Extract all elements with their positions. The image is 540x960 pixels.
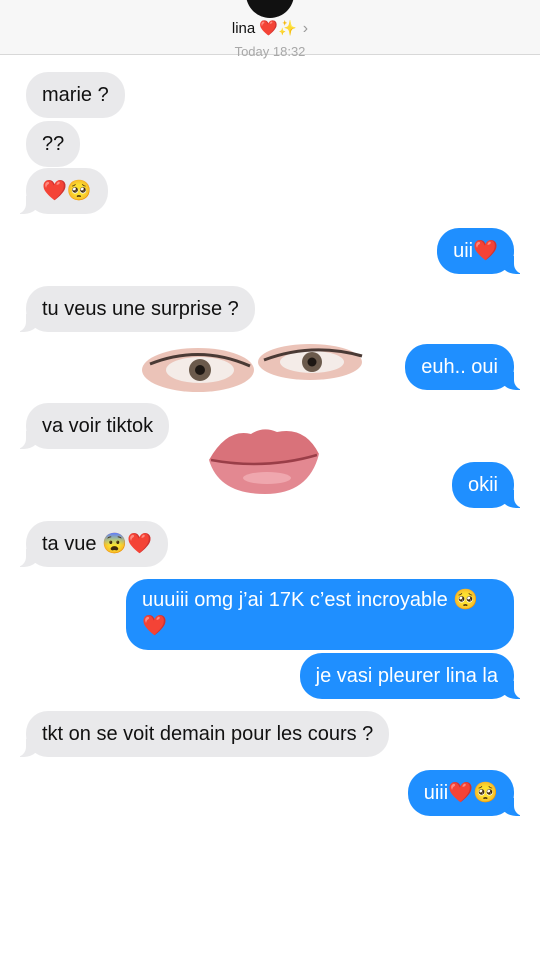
message-bubble-incoming[interactable]: va voir tiktok — [15, 403, 170, 449]
contact-name-button[interactable]: lina ❤️✨ › — [0, 18, 540, 40]
message-timestamp: Today 18:32 — [234, 44, 306, 59]
eyes-sticker — [142, 344, 363, 392]
message-bubble-incoming[interactable]: ?? — [26, 121, 81, 167]
contact-name: lina ❤️✨ — [231, 20, 297, 37]
contact-avatar[interactable] — [246, 0, 294, 18]
message-bubble-outgoing[interactable]: je vasi pleurer lina la — [299, 653, 525, 699]
message-bubble-incoming[interactable]: ❤️🥺 — [16, 168, 108, 214]
message-bubble-incoming[interactable]: tu veus une surprise ? — [16, 286, 255, 332]
message-bubble-outgoing[interactable]: uii❤️ — [437, 228, 524, 274]
message-bubble-incoming[interactable]: ta vue 😨❤️ — [16, 521, 168, 567]
message-bubble-outgoing[interactable]: okii — [451, 462, 525, 508]
message-bubble-outgoing[interactable]: uuuiii omg j’ai 17K c’est incroyable 🥺❤️ — [126, 579, 514, 650]
message-bubble-outgoing[interactable]: euh.. oui — [405, 344, 524, 390]
chevron-right-icon: › — [302, 20, 309, 37]
lips-sticker — [209, 429, 319, 494]
message-bubble-incoming[interactable]: marie ? — [26, 72, 125, 118]
message-bubble-outgoing[interactable]: uiii❤️🥺 — [407, 770, 525, 816]
message-bubble-incoming[interactable]: tkt on se voit demain pour les cours ? — [15, 711, 390, 757]
